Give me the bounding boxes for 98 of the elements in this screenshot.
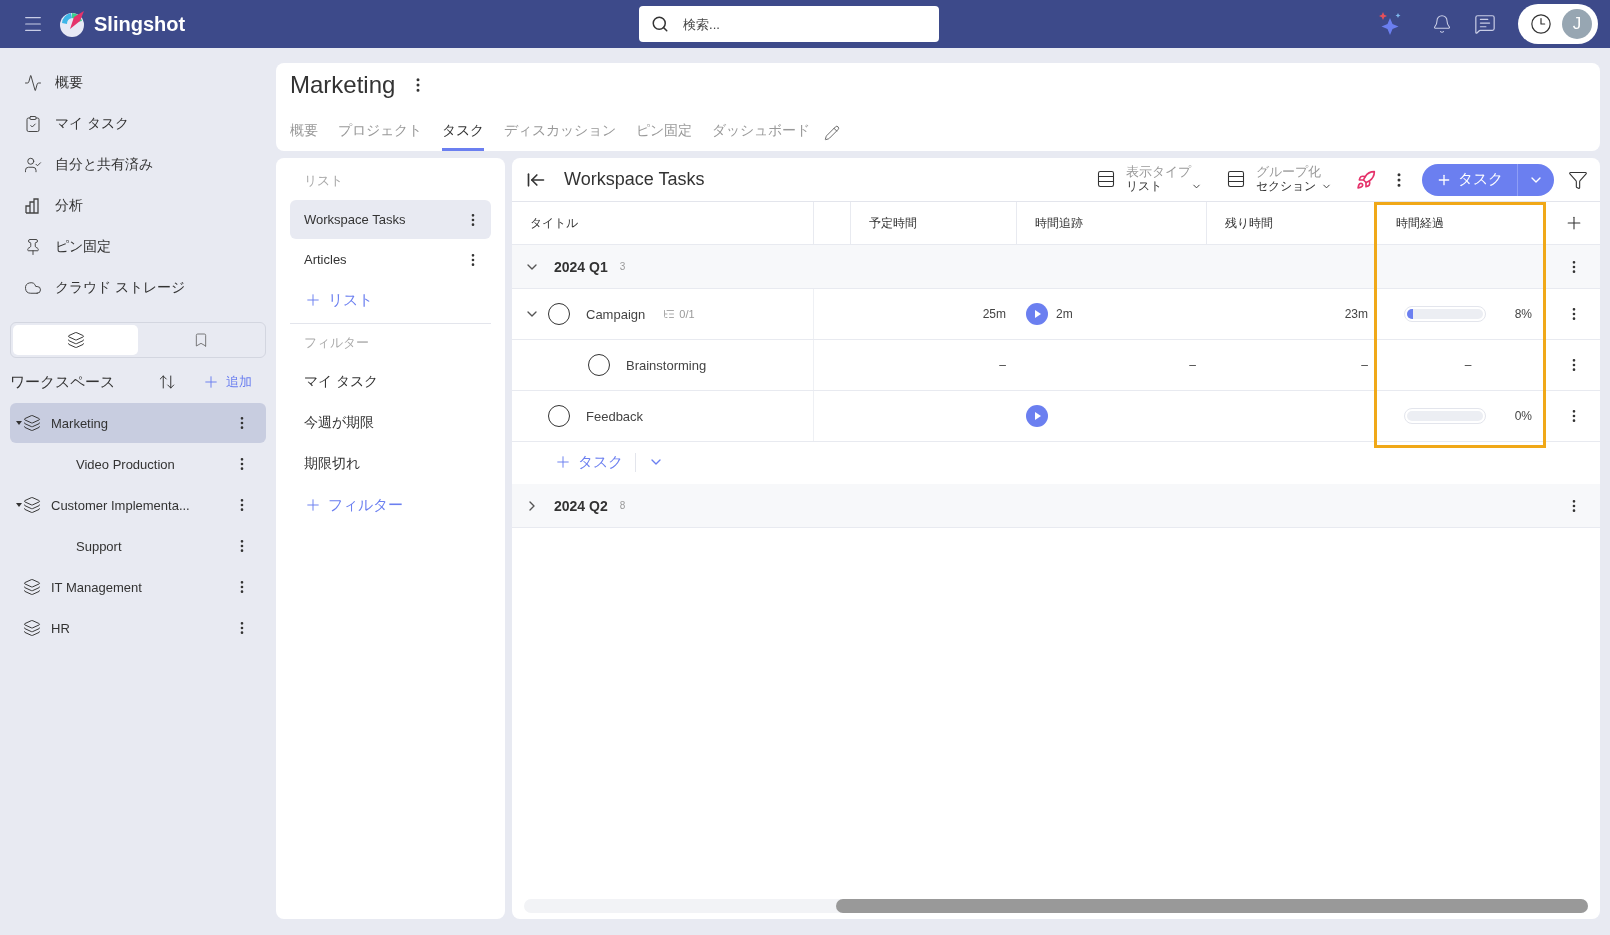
bell-icon[interactable] (1432, 14, 1452, 34)
tracked-cell: 2m (1056, 307, 1073, 321)
progress-reading: – (1464, 358, 1472, 372)
workspace-item[interactable]: Video Production (10, 444, 266, 484)
column-header: 時間追跡 (1016, 202, 1206, 244)
caret-icon[interactable] (16, 503, 22, 507)
search-field[interactable]: 検索... (639, 6, 940, 42)
task-row[interactable]: Feedback 0% (512, 391, 1600, 442)
workspace-item[interactable]: IT Management (10, 567, 266, 607)
activity-icon (24, 73, 42, 92)
pin-icon (24, 237, 42, 256)
group-count: 8 (619, 500, 626, 511)
nav-item[interactable]: マイ タスク (55, 114, 129, 133)
workspace-item[interactable]: Marketing (10, 403, 266, 443)
caret-icon[interactable] (16, 421, 22, 425)
estimate-cell: 25m (982, 307, 1006, 321)
column-header: タイトル (529, 214, 579, 232)
option-value: リスト (1126, 180, 1163, 194)
column-header: 残り時間 (1206, 202, 1378, 244)
filter-item[interactable]: 今週が期限 (290, 402, 491, 443)
list-name: Workspace Tasks (304, 212, 407, 227)
plus-icon (202, 373, 220, 391)
task-row[interactable]: Campaign 0/1 25m 2m 23m 8% (512, 289, 1600, 340)
user-check-icon (24, 155, 42, 174)
workspace-name: Support (76, 538, 123, 554)
clock-icon[interactable] (1530, 13, 1552, 35)
workspace-item[interactable]: Support (10, 526, 266, 566)
list-name: Articles (304, 252, 348, 267)
panel-title: Workspace Tasks (564, 169, 706, 190)
remaining-cell: – (1361, 358, 1368, 372)
filter-item[interactable]: 期限切れ (290, 443, 491, 484)
section-title: リスト (303, 172, 344, 190)
search-input[interactable]: 検索... (681, 6, 928, 42)
group-title: 2024 Q2 (554, 497, 608, 514)
workspace-name: HR (51, 620, 71, 636)
edit-icon[interactable] (824, 125, 840, 141)
option-value: セクション (1256, 180, 1317, 194)
add-list-link[interactable]: リスト (290, 279, 491, 321)
task-title: Brainstorming (626, 357, 707, 373)
layers-icon (23, 578, 41, 596)
chat-icon[interactable] (1474, 13, 1496, 35)
workspace-item[interactable]: Customer Implementa... (10, 485, 266, 525)
play-button[interactable] (1026, 405, 1048, 427)
layers-icon (23, 496, 41, 514)
layers-icon (23, 414, 41, 432)
progress-reading: 0% (1514, 409, 1532, 423)
task-title: Feedback (586, 408, 644, 424)
workspace-name: Customer Implementa... (51, 497, 191, 513)
column-header: 時間経過 (1395, 214, 1445, 232)
remaining-cell: 23m (1344, 307, 1368, 321)
column-header: 予定時間 (850, 202, 1016, 244)
workspace-name: Video Production (76, 456, 176, 472)
option-label: 表示タイプ (1126, 165, 1191, 181)
section-title: ワークスペース (10, 372, 116, 392)
estimate-cell: – (999, 358, 1006, 372)
nav-item[interactable]: クラウド ストレージ (55, 278, 185, 297)
play-button[interactable] (1026, 303, 1048, 325)
subtask-icon (663, 308, 676, 320)
bar-chart-icon (24, 196, 42, 215)
plus-icon (304, 496, 322, 514)
brand-name: Slingshot (94, 12, 186, 36)
subtask-count: 0/1 (679, 308, 695, 320)
task-row[interactable]: Brainstorming – – – – (512, 340, 1600, 391)
filter-item[interactable]: マイ タスク (290, 361, 491, 402)
plus-icon (554, 453, 572, 471)
add-task-button[interactable]: タスク (1422, 163, 1518, 196)
add-task-link[interactable]: タスク (554, 452, 636, 472)
layers-icon (66, 331, 85, 349)
list-item[interactable]: Workspace Tasks (290, 200, 491, 239)
tab[interactable]: タスク (442, 122, 484, 151)
rocket-icon[interactable] (1356, 169, 1376, 190)
nav-item[interactable]: ピン固定 (55, 237, 111, 256)
filter-icon[interactable] (1568, 169, 1588, 190)
tracked-cell: – (1189, 358, 1196, 372)
plus-icon (304, 291, 322, 309)
sort-icon[interactable] (158, 373, 176, 391)
progress-reading: 8% (1514, 307, 1532, 321)
option-label: グループ化 (1256, 165, 1321, 181)
rows-icon (1096, 169, 1116, 190)
page-title: Marketing (290, 71, 396, 99)
view-type-button[interactable]: 表示タイプ リスト (1096, 165, 1202, 194)
workspace-name: IT Management (51, 579, 143, 595)
task-title: Campaign (586, 306, 646, 322)
rows-icon (1226, 169, 1246, 190)
add-filter-link[interactable]: フィルター (290, 484, 491, 526)
nav-item[interactable]: 概要 (55, 73, 83, 92)
search-icon (651, 15, 670, 33)
nav-item[interactable]: 分析 (55, 196, 83, 215)
group-count: 3 (619, 261, 626, 272)
list-item[interactable]: Articles (290, 240, 491, 279)
layers-icon (23, 619, 41, 637)
group-title: 2024 Q1 (554, 258, 608, 275)
workspace-item[interactable]: HR (10, 608, 266, 648)
grouping-button[interactable]: グループ化 セクション (1226, 165, 1332, 194)
workspace-name: Marketing (51, 415, 110, 431)
nav-item[interactable]: 自分と共有済み (55, 155, 153, 174)
clipboard-icon (24, 114, 42, 133)
section-title: フィルター (303, 334, 370, 352)
